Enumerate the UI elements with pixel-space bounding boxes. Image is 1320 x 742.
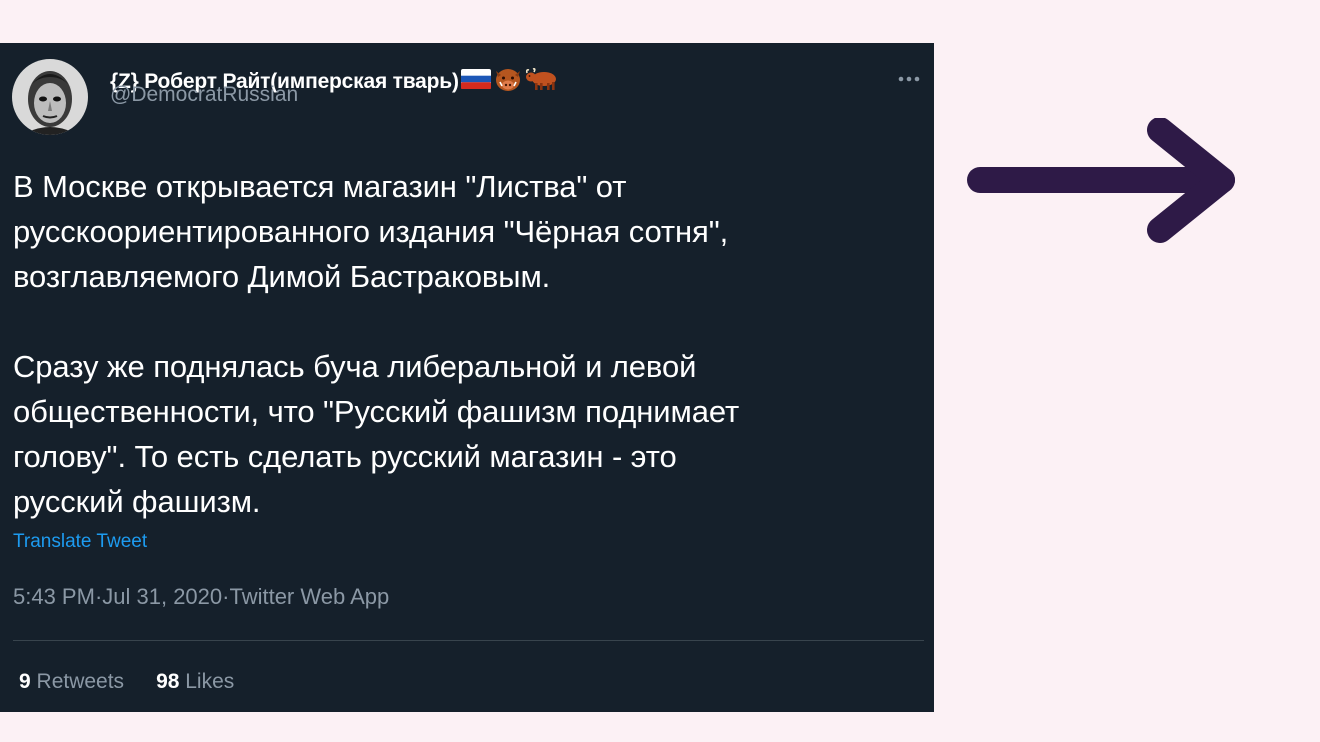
tweet-source[interactable]: Twitter Web App [229,584,389,610]
tweet-text: В Москве открывается магазин "Листва" от… [13,164,913,524]
retweets-count: 9 [19,670,31,693]
translate-tweet-link[interactable]: Translate Tweet [13,531,147,553]
tweet-metadata: 5:43 PM · Jul 31, 2020 · Twitter Web App [13,584,389,610]
separator: · [94,584,103,609]
engagement-stats: 9 Retweets 98 Likes [19,670,234,694]
retweets-label: Retweets [30,670,125,693]
divider [13,640,924,641]
likes-stat[interactable]: 98 Likes [156,670,234,694]
avatar[interactable] [12,59,88,135]
retweets-stat[interactable]: 9 Retweets [19,670,124,694]
ox-emoji-icon [525,66,559,97]
russian-flag-emoji-icon [460,69,491,94]
right-arrow-icon [960,117,1250,253]
author-handle[interactable]: @DemocratRussian [110,84,298,105]
tweet-paragraph: В Москве открывается магазин "Листва" от… [13,169,729,294]
tweet-paragraph: Сразу же поднялась буча либеральной и ле… [13,349,740,519]
tweet-date[interactable]: Jul 31, 2020 [102,584,222,610]
separator: · [222,584,230,609]
likes-count: 98 [156,670,180,693]
likes-label: Likes [179,670,235,693]
tweet-time[interactable]: 5:43 PM [13,584,95,610]
more-options-icon[interactable] [896,71,924,87]
tweet-card: {Z} Роберт Райт(имперская тварь) @Democr… [0,43,934,712]
boar-emoji-icon [493,65,523,98]
